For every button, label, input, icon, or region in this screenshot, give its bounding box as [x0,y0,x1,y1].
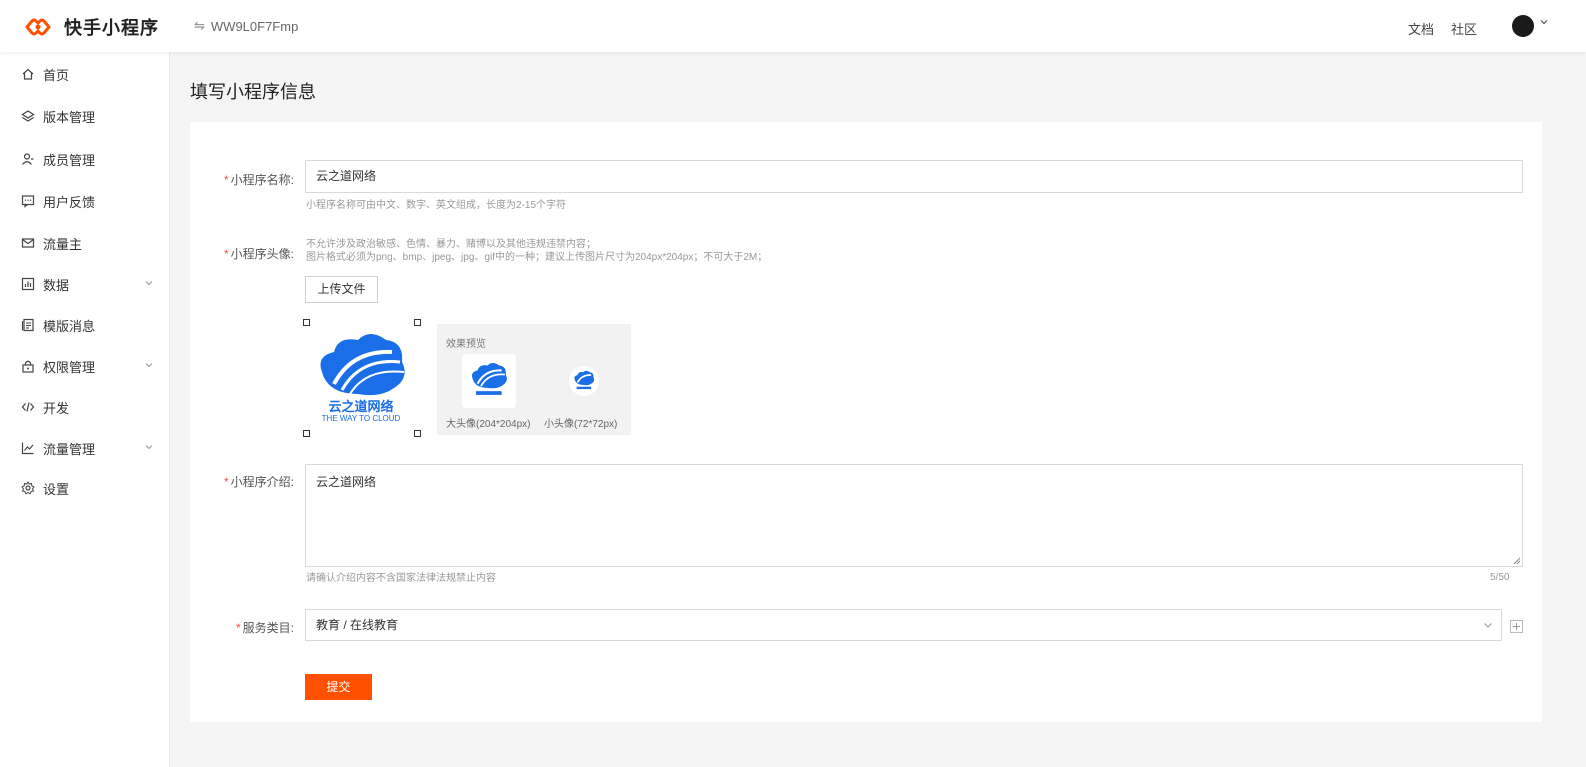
top-bar: 快手小程序 ⇋ WW9L0F7Fmp 文档 社区 [0,0,1586,52]
intro-label: * 小程序介绍: [223,475,294,489]
trend-icon [20,440,36,456]
avatar-image[interactable]: 云之道网络 THE WAY TO CLOUD [303,319,421,437]
resize-handle[interactable] [414,430,421,437]
resize-handle[interactable] [414,319,421,326]
layers-icon [20,108,36,124]
sidebar-item-permissions[interactable]: 权限管理 [0,348,170,384]
cloud-logo-icon [574,370,595,390]
code-icon [20,399,36,415]
app-switcher[interactable]: ⇋ WW9L0F7Fmp [194,18,298,34]
name-label: * 小程序名称: [223,173,294,187]
svg-text:THE WAY TO CLOUD: THE WAY TO CLOUD [322,414,401,423]
sidebar-item-label: 流量管理 [43,441,96,457]
sidebar-item-label: 用户反馈 [43,194,96,210]
cloud-logo-icon: 云之道网络 THE WAY TO CLOUD [320,334,405,423]
switch-icon: ⇋ [194,18,205,33]
sidebar-item-traffic-master[interactable]: 流量主 [0,225,170,261]
sidebar-item-feedback[interactable]: 用户反馈 [0,183,170,219]
logo-text: 快手小程序 [64,18,159,38]
intro-text: 云之道网络 [316,475,377,489]
category-select[interactable]: 教育 / 在线教育 [305,609,1502,641]
avatar-hint-1: 不允许涉及政治敏感、色情、暴力、赌博以及其他违规违禁内容； [306,239,596,250]
sidebar-item-label: 模版消息 [43,318,96,334]
sidebar-item-members[interactable]: 成员管理 [0,141,170,177]
name-input[interactable]: 云之道网络 [305,160,1523,193]
sidebar-item-home[interactable]: 首页 [0,56,170,92]
preview-title: 效果预览 [446,339,486,350]
avatar[interactable] [1512,15,1534,37]
app-id: WW9L0F7Fmp [210,18,299,34]
sidebar-item-label: 版本管理 [43,109,96,125]
message-icon [20,193,36,209]
sidebar: 首页 版本管理 成员管理 用户反馈 流量主 数据 模版消息 权限管理 开发 流量… [0,52,170,767]
gear-icon [20,480,36,496]
sidebar-item-traffic-manage[interactable]: 流量管理 [0,430,170,466]
name-hint: 小程序名称可由中文、数字、英文组成，长度为2-15个字符 [306,200,567,211]
template-icon [20,317,36,333]
small-avatar-caption: 小头像(72*72px) [544,419,618,430]
svg-text:云之道网络: 云之道网络 [328,399,393,415]
sidebar-item-label: 流量主 [43,236,83,252]
plus-icon [1513,623,1520,630]
chevron-down-icon [145,363,153,368]
add-category-button[interactable] [1510,620,1523,633]
kuaishou-logo-icon [25,18,51,36]
intro-textarea[interactable]: 云之道网络 [305,464,1523,567]
chevron-down-icon[interactable] [1539,17,1549,30]
chart-icon [20,276,36,292]
big-avatar-preview [462,354,516,408]
mail-icon [20,235,36,251]
intro-hint: 请确认介绍内容不含国家法律法规禁止内容 [306,573,496,584]
sidebar-item-develop[interactable]: 开发 [0,389,170,425]
big-avatar-caption: 大头像(204*204px) [446,419,531,430]
small-avatar-preview [569,366,599,396]
sidebar-item-label: 权限管理 [43,359,96,375]
resize-grip-icon[interactable] [1513,557,1521,565]
sidebar-item-label: 数据 [43,277,70,293]
avatar-label: * 小程序头像: [223,247,294,261]
sidebar-item-versions[interactable]: 版本管理 [0,98,170,134]
resize-handle[interactable] [303,430,310,437]
sidebar-item-label: 首页 [43,67,70,83]
upload-button[interactable]: 上传文件 [305,276,378,303]
category-value: 教育 / 在线教育 [316,618,399,632]
sidebar-item-label: 开发 [43,400,70,416]
home-icon [20,66,36,82]
page-title: 填写小程序信息 [190,82,316,102]
docs-link[interactable]: 文档 [1408,19,1434,38]
user-icon [20,151,36,167]
avatar-hint-2: 图片格式必须为png、bmp、jpeg、jpg、gif中的一种；建议上传图片尺寸… [306,252,768,263]
sidebar-item-templates[interactable]: 模版消息 [0,307,170,343]
chevron-down-icon [145,281,153,286]
sidebar-item-label: 设置 [43,481,70,497]
brand-logo[interactable]: 快手小程序 [24,14,159,40]
chevron-down-icon [145,445,153,450]
sidebar-item-label: 成员管理 [43,152,96,168]
cloud-logo-icon [472,362,507,395]
sidebar-item-settings[interactable]: 设置 [0,470,170,506]
avatar-preview: 效果预览 大头像(204*204px) 小头像(72*72px) [437,324,631,435]
intro-char-counter: 5/50 [1490,572,1510,583]
lock-icon [20,358,36,374]
sidebar-item-data[interactable]: 数据 [0,266,170,302]
category-label: * 服务类目: [235,621,294,635]
chevron-down-icon [1484,623,1492,628]
community-link[interactable]: 社区 [1451,19,1477,38]
submit-button[interactable]: 提交 [305,674,372,700]
resize-handle[interactable] [303,319,310,326]
